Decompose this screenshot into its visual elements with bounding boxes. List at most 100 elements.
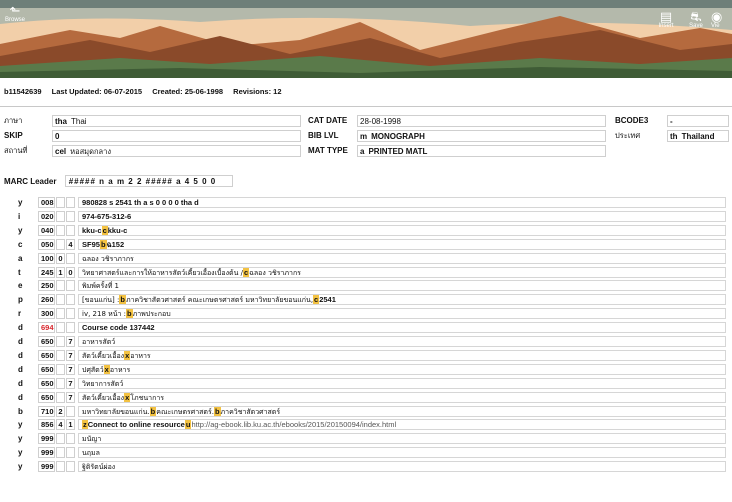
field-tag[interactable]: 300 (38, 308, 55, 320)
indicator-2[interactable] (66, 280, 75, 292)
indicator-2[interactable] (66, 210, 75, 222)
save-button[interactable]: ⛐ Save (681, 10, 711, 29)
indicator-2[interactable] (66, 405, 75, 417)
field-data[interactable]: [ขอนแก่น] :bภาควิชาสัตวศาสตร์ คณะเกษตรศา… (78, 294, 726, 306)
indicator-2[interactable]: 0 (66, 266, 75, 278)
fixed-field-mat-type[interactable]: a PRINTED MATL (357, 145, 606, 157)
indicator-2[interactable] (66, 322, 75, 334)
indicator-2[interactable]: 1 (66, 419, 75, 431)
field-data[interactable]: มนัญา (78, 433, 726, 445)
indicator-1[interactable] (56, 238, 65, 250)
view-button[interactable]: ◉ Vie (711, 10, 732, 29)
field-tag[interactable]: 650 (38, 363, 55, 375)
field-tag[interactable]: 650 (38, 336, 55, 347)
field-data[interactable]: สัตว์เคี้ยวเอื้องxอาหาร (78, 349, 726, 361)
indicator-2[interactable]: 4 (66, 238, 75, 250)
field-tag[interactable]: 856 (38, 419, 55, 431)
indicator-1[interactable]: 0 (56, 252, 65, 264)
indicator-1[interactable] (56, 336, 65, 347)
marc-field-row[interactable]: d 694 Course code 137442 (0, 321, 732, 334)
field-data[interactable]: มหาวิทยาลัยขอนแก่น.bคณะเกษตรศาสตร์.bภาคว… (78, 405, 726, 417)
indicator-1[interactable]: 1 (56, 266, 65, 278)
field-data[interactable]: ฐิติรัตน์ผ่อง (78, 461, 726, 473)
insert-button[interactable]: ▤ Insert (651, 10, 681, 29)
indicator-1[interactable]: 2 (56, 405, 65, 417)
field-tag[interactable]: 040 (38, 224, 55, 236)
marc-field-row[interactable]: y 040 kku-cckku-c (0, 224, 732, 237)
indicator-2[interactable] (66, 197, 75, 208)
field-tag[interactable]: 650 (38, 377, 55, 389)
indicator-1[interactable] (56, 447, 65, 459)
marc-field-row[interactable]: d 650 7 สัตว์เคี้ยวเอื้องxโภชนาการ (0, 391, 732, 404)
indicator-2[interactable] (66, 433, 75, 445)
indicator-1[interactable] (56, 294, 65, 306)
field-tag[interactable]: 999 (38, 447, 55, 459)
indicator-1[interactable] (56, 210, 65, 222)
indicator-2[interactable] (66, 461, 75, 473)
marc-field-row[interactable]: y 999 นฤมล (0, 446, 732, 459)
fixed-field-cat-date[interactable]: 28-08-1998 (357, 115, 606, 127)
indicator-1[interactable]: 4 (56, 419, 65, 431)
marc-field-row[interactable]: d 650 7 อาหารสัตว์ (0, 335, 732, 348)
fixed-field-country[interactable]: th Thailand (667, 130, 729, 142)
field-data[interactable]: นฤมล (78, 447, 726, 459)
field-tag[interactable]: 050 (38, 238, 55, 250)
field-tag[interactable]: 100 (38, 252, 55, 264)
field-data[interactable]: วิทยาการสัตว์ (78, 377, 726, 389)
field-data[interactable]: วิทยาศาสตร์และการให้อาหารสัตว์เคี้ยวเอื้… (78, 266, 726, 278)
field-data[interactable]: พิมพ์ครั้งที่ 1 (78, 280, 726, 292)
field-data[interactable]: zConnect to online resourceuhttp://ag-eb… (78, 419, 726, 431)
browse-button[interactable]: ⬑ Browse (0, 4, 30, 23)
indicator-2[interactable] (66, 252, 75, 264)
field-tag[interactable]: 999 (38, 433, 55, 445)
indicator-1[interactable] (56, 308, 65, 320)
indicator-2[interactable]: 7 (66, 363, 75, 375)
field-data[interactable]: ปศุสัตว์xอาหาร (78, 363, 726, 375)
field-tag[interactable]: 694 (38, 322, 55, 334)
indicator-2[interactable]: 7 (66, 377, 75, 389)
field-tag[interactable]: 245 (38, 266, 55, 278)
fixed-field-location[interactable]: cel หอสมุดกลาง (52, 145, 301, 157)
marc-field-row[interactable]: c 050 4 SF95bฉ152 (0, 238, 732, 251)
field-tag[interactable]: 710 (38, 405, 55, 417)
marc-field-row[interactable]: r 300 iv, 218 หน้า :bภาพประกอบ (0, 307, 732, 320)
field-data[interactable]: kku-cckku-c (78, 224, 726, 236)
indicator-1[interactable] (56, 461, 65, 473)
indicator-2[interactable] (66, 308, 75, 320)
field-data[interactable]: Course code 137442 (78, 322, 726, 334)
indicator-1[interactable] (56, 224, 65, 236)
field-tag[interactable]: 020 (38, 210, 55, 222)
indicator-1[interactable] (56, 197, 65, 208)
field-tag[interactable]: 260 (38, 294, 55, 306)
marc-field-row[interactable]: d 650 7 สัตว์เคี้ยวเอื้องxอาหาร (0, 349, 732, 362)
indicator-1[interactable] (56, 433, 65, 445)
marc-field-row[interactable]: y 008 980828 s 2541 th a s 0 0 0 0 tha d (0, 196, 732, 209)
indicator-1[interactable] (56, 280, 65, 292)
marc-field-row[interactable]: d 650 7 ปศุสัตว์xอาหาร (0, 363, 732, 376)
indicator-1[interactable] (56, 377, 65, 389)
indicator-2[interactable]: 7 (66, 349, 75, 361)
marc-field-row[interactable]: t 245 1 0 วิทยาศาสตร์และการให้อาหารสัตว์เคี้… (0, 266, 732, 279)
field-data[interactable]: 980828 s 2541 th a s 0 0 0 0 tha d (78, 197, 726, 208)
field-data[interactable]: อาหารสัตว์ (78, 336, 726, 347)
indicator-1[interactable] (56, 322, 65, 334)
field-tag[interactable]: 650 (38, 391, 55, 403)
marc-field-row[interactable]: p 260 [ขอนแก่น] :bภาควิชาสัตวศาสตร์ คณะเกษ… (0, 293, 732, 306)
field-tag[interactable]: 008 (38, 197, 55, 208)
indicator-1[interactable] (56, 349, 65, 361)
indicator-2[interactable] (66, 294, 75, 306)
indicator-2[interactable]: 7 (66, 391, 75, 403)
marc-field-row[interactable]: y 999 ฐิติรัตน์ผ่อง (0, 460, 732, 473)
marc-field-row[interactable]: a 100 0 ฉลอง วชิราภากร (0, 252, 732, 265)
field-data[interactable]: SF95bฉ152 (78, 238, 726, 250)
field-tag[interactable]: 650 (38, 349, 55, 361)
field-data[interactable]: 974-675-312-6 (78, 210, 726, 222)
marc-field-row[interactable]: d 650 7 วิทยาการสัตว์ (0, 377, 732, 390)
field-data[interactable]: สัตว์เคี้ยวเอื้องxโภชนาการ (78, 391, 726, 403)
indicator-1[interactable] (56, 363, 65, 375)
field-data[interactable]: ฉลอง วชิราภากร (78, 252, 726, 264)
field-tag[interactable]: 999 (38, 461, 55, 473)
field-data[interactable]: iv, 218 หน้า :bภาพประกอบ (78, 308, 726, 320)
marc-field-row[interactable]: b 710 2 มหาวิทยาลัยขอนแก่น.bคณะเกษตรศาสตร์.… (0, 405, 732, 418)
field-tag[interactable]: 250 (38, 280, 55, 292)
